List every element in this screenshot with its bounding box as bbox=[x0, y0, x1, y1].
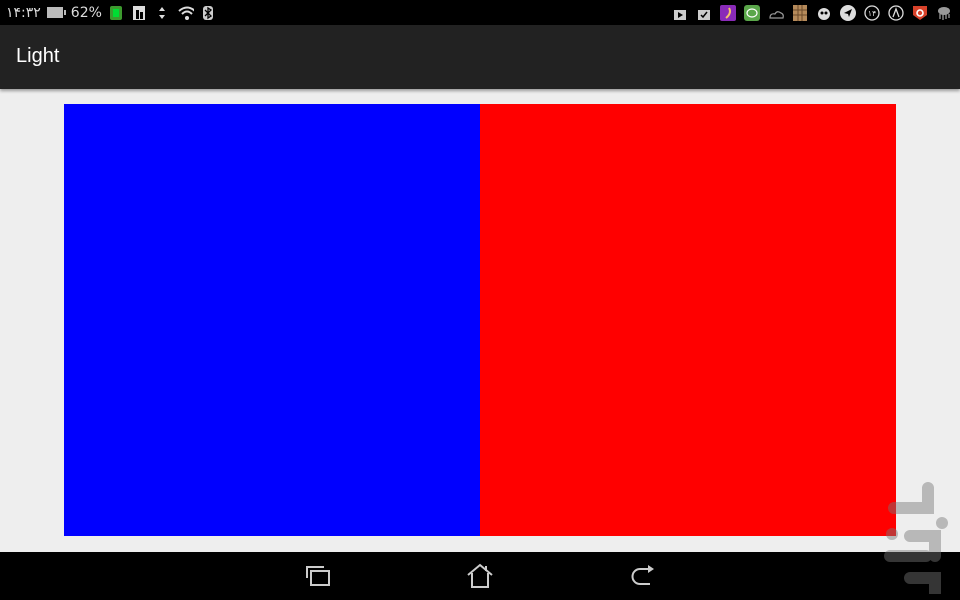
battery-icon bbox=[46, 7, 66, 18]
home-button[interactable] bbox=[464, 562, 496, 590]
wifi-icon bbox=[177, 4, 194, 21]
store-download-icon bbox=[671, 4, 688, 21]
battery-percent: 62% bbox=[70, 4, 102, 21]
cat-app-icon bbox=[815, 4, 832, 21]
back-button[interactable] bbox=[626, 562, 658, 590]
svg-text:۱۴: ۱۴ bbox=[867, 9, 876, 18]
data-transfer-icon bbox=[154, 4, 171, 21]
a-circle-icon bbox=[887, 4, 904, 21]
recent-apps-button[interactable] bbox=[302, 562, 334, 590]
home-icon bbox=[467, 563, 493, 588]
shield-red-icon bbox=[911, 4, 928, 21]
recent-apps-icon bbox=[306, 566, 330, 586]
weather-icon bbox=[767, 4, 784, 21]
sd-card-icon bbox=[131, 4, 148, 21]
app-title: Light bbox=[16, 45, 60, 67]
status-bar: ۱۴:۳۲ 62% ۱۴ bbox=[0, 0, 960, 25]
store-update-icon bbox=[695, 4, 712, 21]
blue-panel[interactable] bbox=[64, 104, 480, 536]
bluetooth-icon bbox=[200, 4, 217, 21]
navigation-bar bbox=[0, 552, 960, 600]
clock: ۱۴:۳۲ bbox=[6, 4, 41, 21]
grid-app-icon bbox=[791, 4, 808, 21]
jellyfish-icon bbox=[935, 4, 952, 21]
back-icon bbox=[631, 565, 654, 585]
watermark-logo-icon bbox=[884, 482, 948, 594]
line-messenger-icon bbox=[743, 4, 760, 21]
red-panel[interactable] bbox=[480, 104, 896, 536]
app-notification-icon bbox=[108, 4, 125, 21]
app-bar: Light bbox=[0, 25, 960, 89]
number-14-icon: ۱۴ bbox=[863, 4, 880, 21]
telegram-icon bbox=[839, 4, 856, 21]
app-purple-icon bbox=[719, 4, 736, 21]
